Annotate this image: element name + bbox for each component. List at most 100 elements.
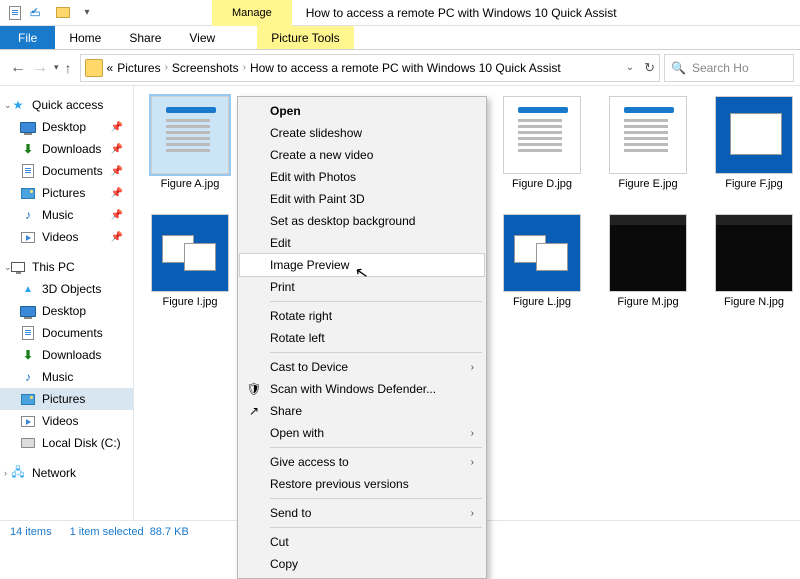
menu-item-edit[interactable]: Edit: [240, 232, 484, 254]
pin-icon: 📌: [111, 210, 123, 221]
menu-item-set-as-desktop-background[interactable]: Set as desktop background: [240, 210, 484, 232]
file-item[interactable]: Figure L.jpg: [496, 214, 588, 308]
sidebar-quick-access[interactable]: ⌄ ★ Quick access: [0, 94, 133, 116]
crumb[interactable]: Screenshots: [172, 61, 239, 75]
caret-icon[interactable]: ›: [4, 468, 7, 478]
recent-dropdown[interactable]: ▾: [54, 62, 59, 73]
sidebar-this-pc[interactable]: ⌄ This PC: [0, 256, 133, 278]
tab-share[interactable]: Share: [115, 26, 175, 49]
chevron-right-icon: ›: [471, 362, 474, 373]
file-item[interactable]: Figure M.jpg: [602, 214, 694, 308]
explorer-icon[interactable]: [4, 2, 26, 24]
menu-item-share[interactable]: ↗Share: [240, 400, 484, 422]
tab-view[interactable]: View: [175, 26, 229, 49]
sidebar-item-label: Music: [42, 370, 73, 384]
menu-item-edit-with-paint-3d[interactable]: Edit with Paint 3D: [240, 188, 484, 210]
menu-item-create-a-new-video[interactable]: Create a new video: [240, 144, 484, 166]
address-bar[interactable]: « Pictures › Screenshots › How to access…: [80, 54, 660, 82]
menu-item-cast-to-device[interactable]: Cast to Device›: [240, 356, 484, 378]
file-thumbnail: [503, 214, 581, 292]
file-thumbnail: [715, 96, 793, 174]
menu-item-cut[interactable]: Cut: [240, 531, 484, 553]
navigation-pane: ⌄ ★ Quick access Desktop📌⬇Downloads📌Docu…: [0, 86, 134, 522]
menu-item-give-access-to[interactable]: Give access to›: [240, 451, 484, 473]
menu-separator: [270, 352, 482, 353]
sidebar-item-label: Videos: [42, 230, 78, 244]
tab-file[interactable]: File: [0, 26, 55, 49]
chevron-right-icon[interactable]: ›: [165, 62, 168, 73]
menu-item-copy[interactable]: Copy: [240, 553, 484, 575]
file-item[interactable]: Figure A.jpg: [144, 96, 236, 190]
sidebar-item-videos[interactable]: Videos 📌: [0, 226, 133, 248]
sidebar-item-documents[interactable]: Documents: [0, 322, 133, 344]
tab-home[interactable]: Home: [55, 26, 115, 49]
sidebar-item-downloads[interactable]: ⬇Downloads📌: [0, 138, 133, 160]
disk-icon: [20, 436, 36, 450]
sidebar-item-3d-objects[interactable]: ▲3D Objects: [0, 278, 133, 300]
sidebar-item-music[interactable]: ♪Music: [0, 366, 133, 388]
menu-item-edit-with-photos[interactable]: Edit with Photos: [240, 166, 484, 188]
qat-checkbox[interactable]: ▭✔: [28, 2, 50, 24]
qat-folder-icon[interactable]: [52, 2, 74, 24]
sidebar-item-desktop[interactable]: Desktop: [0, 300, 133, 322]
menu-item-label: Print: [270, 280, 295, 294]
nav-arrows: ← → ▾ ↑: [6, 59, 76, 77]
menu-item-open[interactable]: Open: [240, 100, 484, 122]
address-chevrons[interactable]: «: [107, 61, 114, 75]
menu-item-label: Edit with Paint 3D: [270, 192, 365, 206]
menu-item-create-slideshow[interactable]: Create slideshow: [240, 122, 484, 144]
documents-icon: [20, 326, 36, 340]
sidebar-item-documents[interactable]: Documents📌: [0, 160, 133, 182]
address-dropdown[interactable]: ⌄: [626, 62, 634, 73]
up-button[interactable]: ↑: [65, 60, 72, 76]
menu-separator: [270, 498, 482, 499]
titlebar: ▭✔ ▾ Manage How to access a remote PC wi…: [0, 0, 800, 26]
refresh-button[interactable]: ↻: [644, 60, 655, 76]
file-item[interactable]: Figure I.jpg: [144, 214, 236, 308]
forward-button[interactable]: →: [32, 59, 48, 77]
chevron-right-icon: ›: [471, 508, 474, 519]
sidebar-network[interactable]: › 🖧 Network: [0, 462, 133, 484]
menu-item-restore-previous-versions[interactable]: Restore previous versions: [240, 473, 484, 495]
file-item[interactable]: Figure D.jpg: [496, 96, 588, 190]
sidebar-item-label: Videos: [42, 414, 78, 428]
tab-picture-tools[interactable]: Picture Tools: [257, 26, 353, 49]
qat-overflow[interactable]: ▾: [76, 2, 98, 24]
menu-item-label: Open with: [270, 426, 324, 440]
pin-icon: 📌: [111, 232, 123, 243]
sidebar-item-pictures[interactable]: Pictures📌: [0, 182, 133, 204]
menu-item-label: Create slideshow: [270, 126, 362, 140]
sidebar-item-videos[interactable]: Videos: [0, 410, 133, 432]
file-item[interactable]: Figure N.jpg: [708, 214, 800, 308]
desktop-icon: [20, 304, 36, 318]
menu-item-scan-with-windows-defender[interactable]: 🛡Scan with Windows Defender...: [240, 378, 484, 400]
sidebar-item-downloads[interactable]: ⬇Downloads: [0, 344, 133, 366]
menu-item-label: Create a new video: [270, 148, 373, 162]
crumb[interactable]: Pictures: [117, 61, 160, 75]
shield-icon: 🛡: [246, 382, 262, 396]
crumb[interactable]: How to access a remote PC with Windows 1…: [250, 61, 561, 75]
sidebar-item-pictures[interactable]: Pictures: [0, 388, 133, 410]
file-item[interactable]: Figure E.jpg: [602, 96, 694, 190]
desktop-icon: [20, 120, 36, 134]
menu-item-send-to[interactable]: Send to›: [240, 502, 484, 524]
menu-item-rotate-right[interactable]: Rotate right: [240, 305, 484, 327]
back-button[interactable]: ←: [10, 59, 26, 77]
chevron-right-icon[interactable]: ›: [243, 62, 246, 73]
videos-icon: [20, 414, 36, 428]
sidebar-item-local-disk-c-[interactable]: Local Disk (C:): [0, 432, 133, 454]
caret-icon[interactable]: ⌄: [4, 100, 12, 111]
file-label: Figure E.jpg: [618, 178, 677, 190]
context-menu: Open Create slideshow Create a new video Ed…: [237, 96, 487, 579]
sidebar-item-desktop[interactable]: Desktop📌: [0, 116, 133, 138]
sidebar-item-music[interactable]: ♪Music📌: [0, 204, 133, 226]
status-selection: 1 item selected 88.7 KB: [70, 526, 189, 538]
menu-separator: [270, 447, 482, 448]
menu-item-rotate-left[interactable]: Rotate left: [240, 327, 484, 349]
file-item[interactable]: Figure F.jpg: [708, 96, 800, 190]
menu-item-label: Open: [270, 104, 301, 118]
menu-item-open-with[interactable]: Open with›: [240, 422, 484, 444]
search-input[interactable]: 🔍 Search Ho: [664, 54, 794, 82]
ribbon-context-tab: Manage: [212, 0, 292, 26]
pc-icon: [10, 260, 26, 274]
